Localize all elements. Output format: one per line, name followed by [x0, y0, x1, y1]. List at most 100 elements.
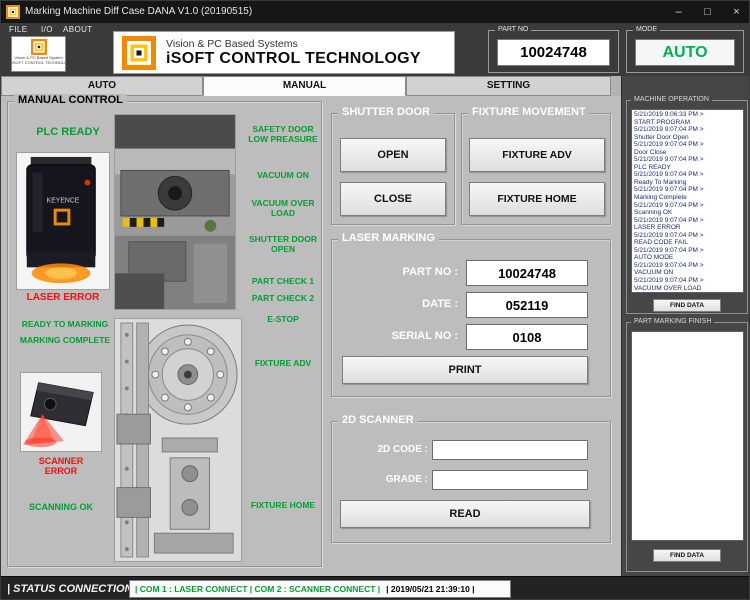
- menu-item-about[interactable]: ABOUT: [63, 25, 93, 34]
- grade-input[interactable]: [432, 470, 588, 490]
- status-bar: | STATUS CONNECTION | | COM 1 : LASER CO…: [1, 576, 749, 599]
- mode-label: MODE: [633, 26, 660, 33]
- log-entry: 5/21/2019 9:07:04 PM >: [634, 126, 704, 134]
- io-label-part-check-2: PART CHECK 2: [251, 293, 315, 303]
- io-label-vacuum-on: VACUUM ON: [257, 170, 309, 180]
- log-entry: 5/21/2019 9:07:04 PM >: [634, 186, 704, 194]
- print-button[interactable]: PRINT: [342, 356, 588, 384]
- serial-no-field-label: SERIAL NO :: [391, 330, 458, 342]
- fixture-home-button[interactable]: FIXTURE HOME: [469, 182, 605, 216]
- connection-panel: | COM 1 : LASER CONNECT | COM 2 : SCANNE…: [129, 580, 511, 598]
- log-entry: 5/21/2019 9:06:33 PM >: [634, 111, 704, 118]
- fixture-movement-title: FIXTURE MOVEMENT: [468, 106, 590, 118]
- io-label-part-check-1: PART CHECK 1: [251, 276, 315, 286]
- io-label-fixture-adv: FIXTURE ADV: [254, 358, 312, 368]
- log-entry: 5/21/2019 9:07:04 PM >: [634, 246, 704, 254]
- log-entry: Shutter Door Open: [634, 133, 689, 141]
- title-bar: Marking Machine Diff Case DANA V1.0 (201…: [1, 1, 749, 23]
- part-no-field-label: PART NO :: [402, 266, 458, 278]
- close-button[interactable]: ×: [722, 1, 749, 23]
- tab-bar: AUTO MANUAL SETTING: [1, 76, 621, 96]
- shutter-open-button[interactable]: OPEN: [340, 138, 446, 172]
- part-marking-finish-group: PART MARKING FINISH FIND DATA: [626, 318, 748, 572]
- operation-log-list[interactable]: 5/21/2019 9:06:33 PM > START PROGRAM 5/21/…: [631, 109, 744, 293]
- scanner-error-status: SCANNER ERROR: [38, 456, 84, 477]
- window-controls: – □ ×: [664, 1, 749, 23]
- fixture-movement-group: FIXTURE MOVEMENT FIXTURE ADV FIXTURE HOM…: [461, 106, 611, 225]
- shutter-door-group: SHUTTER DOOR OPEN CLOSE: [331, 106, 455, 225]
- 2d-scanner-group: 2D SCANNER 2D CODE : GRADE : READ: [331, 414, 611, 543]
- machine-chamber-photo: [114, 114, 236, 310]
- log-entry: VACUUM ON: [634, 269, 674, 277]
- scanning-ok-status: SCANNING OK: [28, 502, 93, 512]
- log-entry: 5/21/2019 9:07:04 PM >: [634, 201, 704, 209]
- log-entry: 5/21/2019 9:07:04 PM >: [634, 156, 704, 164]
- tab-manual[interactable]: MANUAL: [203, 76, 406, 96]
- ready-to-marking-status: READY TO MARKING: [21, 319, 109, 329]
- part-marking-finish-title: PART MARKING FINISH: [631, 318, 715, 325]
- laser-marking-title: LASER MARKING: [338, 232, 439, 244]
- log-entry: Scanning OK: [634, 209, 673, 217]
- fixture-adv-button[interactable]: FIXTURE ADV: [469, 138, 605, 172]
- log-entry: 5/21/2019 9:07:04 PM >: [634, 141, 704, 149]
- read-button[interactable]: READ: [340, 500, 590, 528]
- log-entry: 5/21/2019 9:07:04 PM >: [634, 277, 704, 285]
- tab-setting[interactable]: SETTING: [406, 76, 611, 96]
- shutter-close-button[interactable]: CLOSE: [340, 182, 446, 216]
- laser-brand-text: KEYENCE: [47, 197, 80, 204]
- mode-display: AUTO: [635, 39, 735, 66]
- plc-ready-status: PLC READY: [36, 126, 100, 138]
- datetime-text: | 2019/05/21 21:39:10 |: [386, 584, 475, 594]
- part-no-input[interactable]: [466, 260, 588, 286]
- app-icon: [6, 5, 20, 19]
- brand-line2: iSOFT CONTROL TECHNOLOGY: [166, 49, 421, 67]
- log-entry: 5/21/2019 9:07:04 PM >: [634, 216, 704, 224]
- maximize-button[interactable]: □: [693, 1, 722, 23]
- log-entry: PLC READY: [634, 163, 671, 171]
- laser-marking-group: LASER MARKING PART NO : DATE : SERIAL NO…: [331, 232, 611, 397]
- machine-operation-title: MACHINE OPERATION: [631, 96, 712, 103]
- logo-icon: [31, 39, 47, 55]
- log-entry: LASER ERROR: [634, 224, 681, 232]
- log-entry: Marking Complete: [634, 194, 687, 202]
- grade-label: GRADE :: [385, 474, 428, 485]
- scanner-image: [20, 372, 102, 452]
- io-label-shutter-door-open: SHUTTER DOOR OPEN: [249, 234, 317, 255]
- io-label-vacuum-overload: VACUUM OVER LOAD: [251, 198, 315, 219]
- 2d-code-label: 2D CODE :: [377, 444, 428, 455]
- header-band: FILE I/O ABOUT Vision & PC Based System …: [1, 23, 749, 76]
- menu-item-file[interactable]: FILE: [9, 25, 28, 34]
- serial-no-input[interactable]: [466, 324, 588, 350]
- part-marking-finish-list[interactable]: [631, 331, 744, 541]
- part-no-label: PART NO: [495, 26, 532, 33]
- log-entry: VACUUM OVER LOAD: [634, 284, 702, 292]
- io-label-e-stop: E-STOP: [267, 314, 299, 324]
- menu-item-io[interactable]: I/O: [41, 25, 53, 34]
- company-logo-small: Vision & PC Based System iSOFT CONTROL T…: [11, 36, 66, 72]
- mode-group: MODE AUTO: [626, 26, 744, 73]
- find-data-button[interactable]: FIND DATA: [653, 299, 721, 312]
- date-input[interactable]: [466, 292, 588, 318]
- log-entry: Door Close: [634, 148, 667, 156]
- app-window: Marking Machine Diff Case DANA V1.0 (201…: [0, 0, 750, 600]
- fixture-drawing: [114, 318, 242, 562]
- log-entry: 5/21/2019 9:07:04 PM >: [634, 171, 704, 179]
- manual-control-title: MANUAL CONTROL: [14, 94, 127, 106]
- minimize-button[interactable]: –: [664, 1, 693, 23]
- find-data-button-2[interactable]: FIND DATA: [653, 549, 721, 562]
- date-field-label: DATE :: [422, 298, 458, 310]
- tab-auto[interactable]: AUTO: [1, 76, 203, 96]
- log-entry: READ CODE FAIL: [634, 239, 688, 247]
- log-entry: AUTO MODE: [634, 254, 674, 262]
- marking-complete-status: MARKING COMPLETE: [19, 335, 111, 345]
- status-connection-label: | STATUS CONNECTION |: [7, 583, 139, 595]
- main-content: MANUAL CONTROL PLC READY KEYENCE LASER E…: [1, 94, 621, 576]
- 2d-code-input[interactable]: [432, 440, 588, 460]
- right-sidebar: MACHINE OPERATION 5/21/2019 9:06:33 PM >…: [621, 76, 749, 576]
- shutter-door-title: SHUTTER DOOR: [338, 106, 434, 118]
- laser-head-image: KEYENCE: [16, 152, 110, 290]
- brand-panel: Vision & PC Based Systems iSOFT CONTROL …: [113, 31, 455, 74]
- brand-line1: Vision & PC Based Systems: [166, 37, 298, 50]
- window-title: Marking Machine Diff Case DANA V1.0 (201…: [25, 6, 253, 17]
- io-label-safety-door: SAFETY DOOR LOW PREASURE: [248, 124, 318, 145]
